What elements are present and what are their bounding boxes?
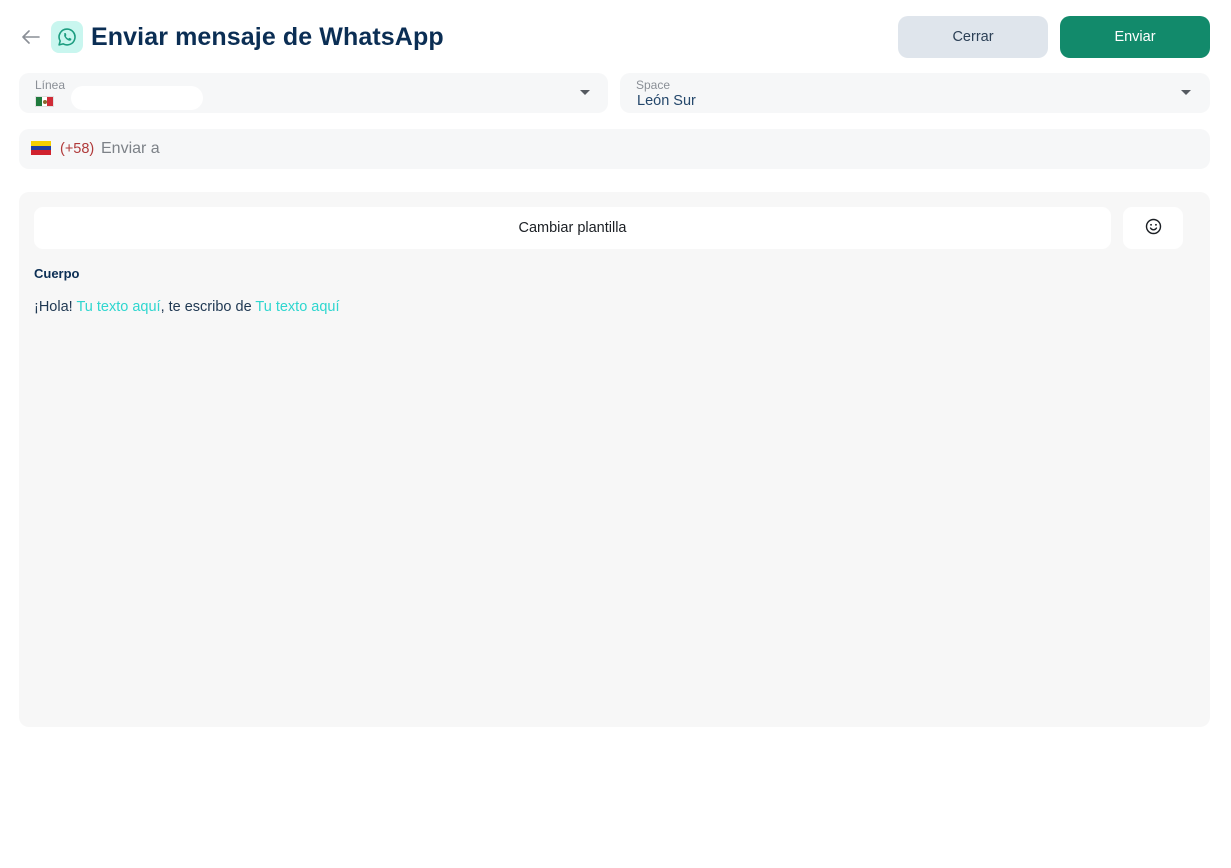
close-button[interactable]: Cerrar xyxy=(898,16,1048,58)
template-body-text: ¡Hola! Tu texto aquí, te escribo de Tu t… xyxy=(34,298,340,316)
dial-code[interactable]: (+58) xyxy=(60,141,94,158)
recipient-phone-input[interactable] xyxy=(101,137,1191,161)
body-text-segment: ¡Hola! xyxy=(34,299,77,315)
modal-header: Enviar mensaje de WhatsApp Cerrar Enviar xyxy=(0,0,1231,74)
body-variable-1[interactable]: Tu texto aquí xyxy=(76,299,160,315)
template-panel: Cambiar plantilla Cuerpo ¡Hola! Tu texto… xyxy=(19,192,1210,727)
recipient-phone-field: (+58) xyxy=(19,129,1210,169)
space-select-label: Space xyxy=(636,78,671,92)
body-section-title: Cuerpo xyxy=(34,266,80,281)
redacted-line-number xyxy=(71,86,203,110)
mexico-flag-icon xyxy=(35,96,54,107)
venezuela-flag-icon[interactable] xyxy=(31,141,51,156)
back-arrow-icon[interactable] xyxy=(20,26,42,48)
emoji-button[interactable] xyxy=(1123,207,1183,249)
chevron-down-icon[interactable] xyxy=(1181,90,1191,95)
chevron-down-icon[interactable] xyxy=(580,90,590,95)
body-variable-2[interactable]: Tu texto aquí xyxy=(255,299,339,315)
body-text-segment: , te escribo de xyxy=(160,299,256,315)
send-button[interactable]: Enviar xyxy=(1060,16,1210,58)
whatsapp-icon xyxy=(51,21,83,53)
space-select-value: León Sur xyxy=(637,93,696,109)
line-select-label: Línea xyxy=(35,78,66,92)
line-select[interactable]: Línea xyxy=(19,73,608,113)
page-title: Enviar mensaje de WhatsApp xyxy=(91,23,444,51)
smiley-icon xyxy=(1145,218,1162,238)
change-template-button[interactable]: Cambiar plantilla xyxy=(34,207,1111,249)
space-select[interactable]: Space León Sur xyxy=(620,73,1210,113)
